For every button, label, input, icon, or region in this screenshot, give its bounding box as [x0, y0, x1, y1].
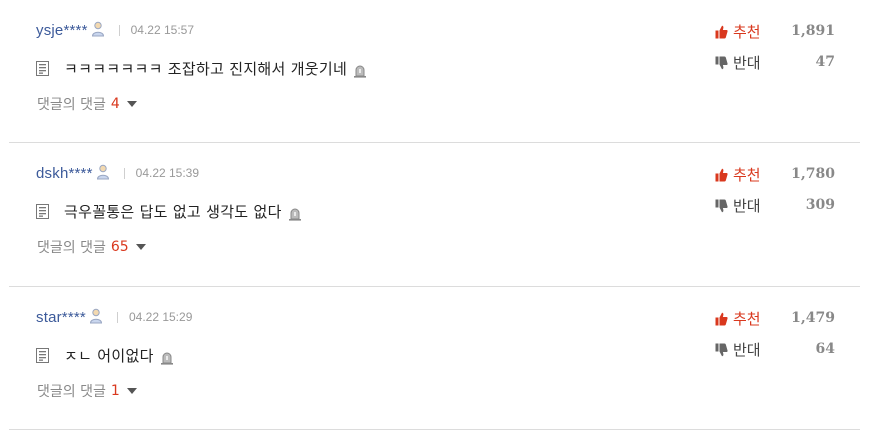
- meta-divider: [118, 24, 120, 36]
- caret-down-icon: [126, 101, 137, 107]
- upvote-count: 1,780: [791, 166, 835, 182]
- comment-item: ysje**** 04.22 15:57 ㅋㅋㅋㅋㅋㅋㅋ 조잡하고 진지해서 개…: [9, 0, 860, 143]
- replies-toggle[interactable]: 댓글의 댓글 4: [37, 94, 137, 114]
- upvote-button[interactable]: 추천 1,891: [715, 20, 835, 42]
- comment-date: 04.22 15:29: [128, 310, 193, 324]
- downvote-button[interactable]: 반대 309: [715, 194, 835, 216]
- upvote-label: 추천: [733, 309, 761, 328]
- replies-label: 댓글의 댓글: [37, 240, 106, 256]
- thumbs-up-icon: [715, 167, 728, 182]
- downvote-count: 309: [805, 197, 835, 213]
- comment-item: dskh**** 04.22 15:39 극우꼴통은 답도 없고 생각도 없다 …: [9, 143, 860, 287]
- replies-count: 65: [110, 239, 129, 255]
- downvote-label: 반대: [733, 53, 761, 72]
- report-icon[interactable]: [160, 350, 174, 365]
- upvote-button[interactable]: 추천 1,780: [715, 163, 835, 185]
- thumbs-down-icon: [715, 198, 728, 213]
- replies-count: 1: [110, 383, 120, 399]
- document-icon: [36, 203, 49, 219]
- replies-toggle[interactable]: 댓글의 댓글 65: [37, 237, 146, 257]
- comment-meta: ysje**** 04.22 15:57: [36, 20, 194, 40]
- downvote-count: 64: [815, 341, 835, 357]
- replies-count: 4: [110, 96, 120, 112]
- vote-panel: 추천 1,891 반대 47: [715, 20, 835, 73]
- comment-date: 04.22 15:57: [130, 23, 195, 37]
- document-icon: [36, 347, 49, 363]
- comment-text: 극우꼴통은 답도 없고 생각도 없다: [64, 202, 282, 221]
- comment-list: ysje**** 04.22 15:57 ㅋㅋㅋㅋㅋㅋㅋ 조잡하고 진지해서 개…: [9, 0, 860, 430]
- comment-body: ㅈㄴ 어이없다: [36, 343, 174, 367]
- thumbs-down-icon: [715, 55, 728, 70]
- comment-text: ㅋㅋㅋㅋㅋㅋㅋ 조잡하고 진지해서 개웃기네: [64, 59, 348, 78]
- report-icon[interactable]: [288, 206, 302, 221]
- user-icon: [89, 308, 103, 324]
- user-icon: [96, 164, 110, 180]
- upvote-count: 1,479: [791, 310, 835, 326]
- downvote-button[interactable]: 반대 64: [715, 338, 835, 360]
- upvote-button[interactable]: 추천 1,479: [715, 307, 835, 329]
- vote-panel: 추천 1,780 반대 309: [715, 163, 835, 216]
- thumbs-up-icon: [715, 311, 728, 326]
- replies-label: 댓글의 댓글: [37, 384, 106, 400]
- caret-down-icon: [126, 388, 137, 394]
- comment-text: ㅈㄴ 어이없다: [64, 346, 154, 365]
- upvote-label: 추천: [733, 22, 761, 41]
- downvote-label: 반대: [733, 340, 761, 359]
- comment-body: 극우꼴통은 답도 없고 생각도 없다: [36, 199, 302, 223]
- upvote-label: 추천: [733, 165, 761, 184]
- comment-item: star**** 04.22 15:29 ㅈㄴ 어이없다 댓글의 댓글 1 추천…: [9, 287, 860, 430]
- document-icon: [36, 60, 49, 76]
- comment-meta: star**** 04.22 15:29: [36, 307, 192, 327]
- comment-body: ㅋㅋㅋㅋㅋㅋㅋ 조잡하고 진지해서 개웃기네: [36, 56, 367, 80]
- user-icon: [91, 21, 105, 37]
- downvote-label: 반대: [733, 196, 761, 215]
- report-icon[interactable]: [353, 63, 367, 78]
- comment-date: 04.22 15:39: [135, 166, 200, 180]
- thumbs-down-icon: [715, 342, 728, 357]
- comment-author[interactable]: star****: [36, 309, 86, 326]
- comment-author[interactable]: ysje****: [36, 22, 88, 39]
- thumbs-up-icon: [715, 24, 728, 39]
- caret-down-icon: [135, 244, 146, 250]
- replies-toggle[interactable]: 댓글의 댓글 1: [37, 381, 137, 401]
- upvote-count: 1,891: [791, 23, 835, 39]
- downvote-count: 47: [815, 54, 835, 70]
- replies-label: 댓글의 댓글: [37, 97, 106, 113]
- comment-author[interactable]: dskh****: [36, 165, 93, 182]
- meta-divider: [116, 311, 118, 323]
- meta-divider: [123, 167, 125, 179]
- downvote-button[interactable]: 반대 47: [715, 51, 835, 73]
- vote-panel: 추천 1,479 반대 64: [715, 307, 835, 360]
- comment-meta: dskh**** 04.22 15:39: [36, 163, 199, 183]
